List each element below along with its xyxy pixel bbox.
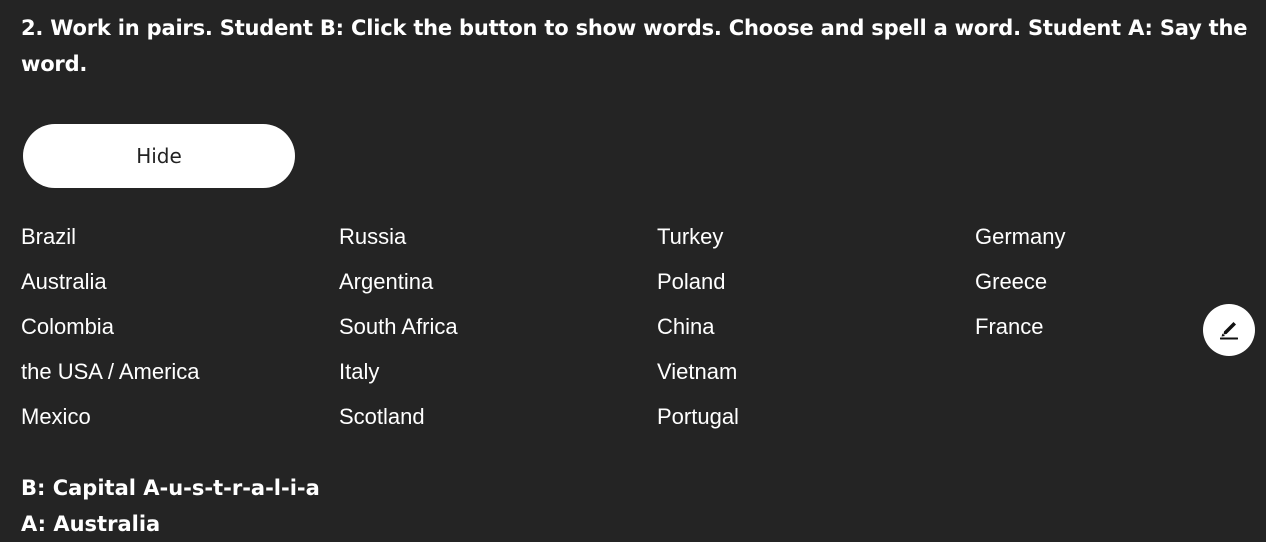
word-item: Colombia	[21, 314, 114, 339]
example-line-student-a: A: Australia	[21, 512, 161, 536]
example-line-student-b: B: Capital A-u-s-t-r-a-l-i-a	[21, 476, 320, 500]
word-item: Italy	[339, 359, 380, 384]
word-item: Brazil	[21, 224, 77, 249]
word-item: Mexico	[21, 404, 91, 429]
word-item: Russia	[339, 224, 407, 249]
word-item: Australia	[21, 269, 107, 294]
exercise-instruction: 2. Work in pairs. Student B: Click the b…	[21, 16, 1248, 76]
word-item: Poland	[657, 269, 726, 294]
word-item: China	[657, 314, 715, 339]
pen-icon	[1217, 317, 1241, 344]
annotate-button[interactable]	[1203, 304, 1255, 356]
word-item: Germany	[975, 224, 1066, 249]
word-item: Argentina	[339, 269, 434, 294]
word-list: Brazil Australia Colombia the USA / Amer…	[21, 214, 1266, 439]
word-item: Greece	[975, 269, 1048, 294]
spelling-example: B: Capital A-u-s-t-r-a-l-i-a A: Australi…	[21, 470, 320, 542]
hide-words-button[interactable]: Hide	[23, 124, 295, 188]
word-item: Turkey	[657, 224, 724, 249]
word-item-empty	[975, 349, 1266, 394]
word-item: the USA / America	[21, 359, 200, 384]
word-item-empty	[975, 394, 1266, 439]
word-item: South Africa	[339, 314, 458, 339]
word-item: Scotland	[339, 404, 425, 429]
word-item: Vietnam	[657, 359, 738, 384]
word-item: Portugal	[657, 404, 739, 429]
